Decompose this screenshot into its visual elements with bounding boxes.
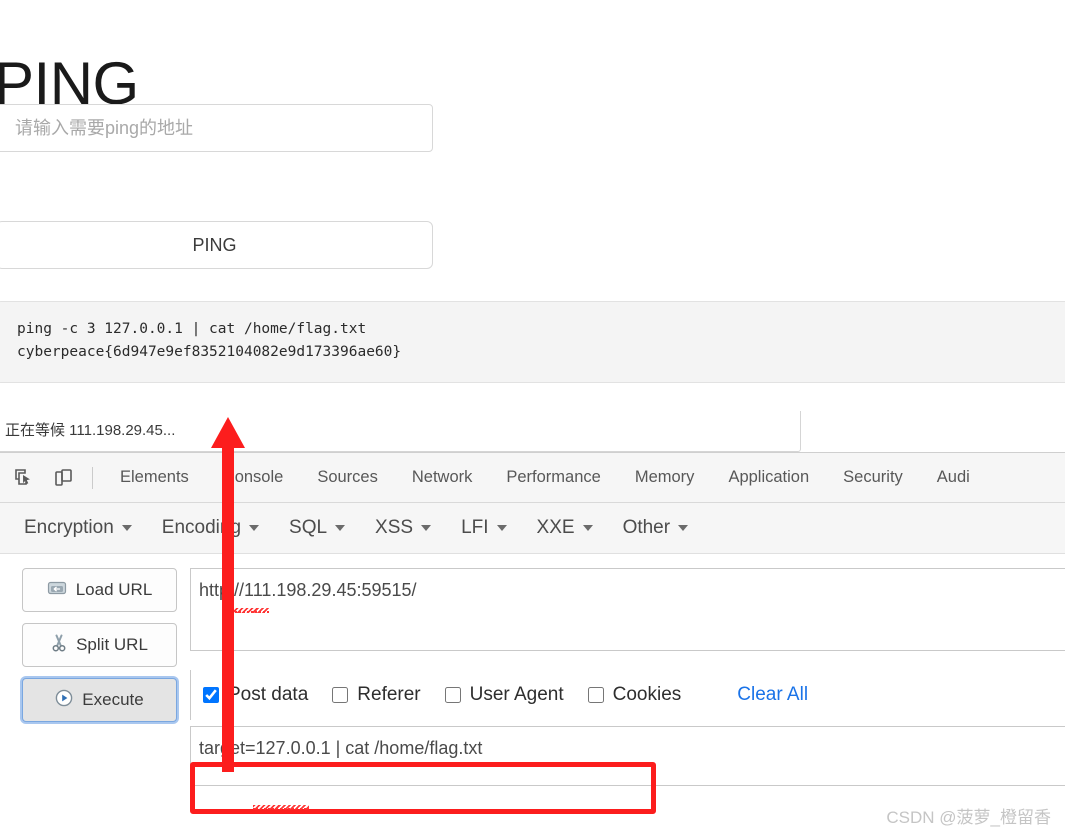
chevron-down-icon (421, 525, 432, 531)
hackbar-body: Load URL Split URL Execute http://111.19… (0, 554, 1065, 840)
tab-console[interactable]: Console (206, 454, 301, 501)
play-icon (55, 689, 73, 712)
url-spellcheck-squiggle (231, 608, 269, 613)
load-url-button[interactable]: Load URL (22, 568, 177, 612)
menu-encoding-label: Encoding (161, 517, 242, 538)
menu-other[interactable]: Other (623, 517, 689, 539)
devtools-panel: Elements Console Sources Network Perform… (0, 452, 1065, 840)
post-data-label: Post data (228, 684, 309, 705)
menu-sql-label: SQL (289, 517, 328, 538)
tab-audits[interactable]: Audi (920, 454, 987, 501)
post-data-input[interactable] (190, 726, 1065, 786)
option-user-agent[interactable]: User Agent (444, 684, 564, 706)
clear-all-link[interactable]: Clear All (737, 684, 808, 706)
load-url-label: Load URL (75, 580, 153, 599)
ping-address-input[interactable] (0, 104, 433, 152)
hackbar-panel: Encryption Encoding SQL XSS LFI XXE Othe… (0, 503, 1065, 840)
load-url-icon (47, 580, 67, 601)
post-data-checkbox[interactable] (203, 687, 219, 703)
url-input[interactable] (190, 568, 1065, 651)
hackbar-options-row: Post data Referer User Agent Cookies Cle… (190, 670, 1065, 720)
hackbar-menu-bar: Encryption Encoding SQL XSS LFI XXE Othe… (0, 503, 1065, 554)
execute-label: Execute (82, 690, 144, 709)
scissors-icon (51, 634, 67, 657)
cookies-checkbox[interactable] (587, 687, 604, 703)
menu-xxe-label: XXE (536, 517, 575, 538)
device-toolbar-icon[interactable] (46, 463, 80, 493)
menu-encryption-label: Encryption (24, 517, 114, 538)
option-post-data[interactable]: Post data (203, 684, 308, 706)
tab-performance[interactable]: Performance (489, 454, 617, 501)
menu-lfi[interactable]: LFI (461, 517, 507, 539)
browser-status-bar: 正在等候 111.198.29.45... (0, 411, 801, 452)
menu-xxe[interactable]: XXE (537, 517, 593, 539)
post-data-spellcheck-squiggle (253, 805, 309, 810)
user-agent-label: User Agent (469, 684, 564, 705)
menu-xss[interactable]: XSS (375, 517, 432, 539)
execute-button[interactable]: Execute (22, 678, 177, 722)
chevron-down-icon (121, 525, 132, 531)
option-cookies[interactable]: Cookies (587, 684, 682, 706)
tab-application[interactable]: Application (711, 454, 826, 501)
ping-submit-button[interactable]: PING (0, 221, 433, 269)
cookies-label: Cookies (612, 684, 682, 705)
tab-sources[interactable]: Sources (300, 454, 395, 501)
chevron-down-icon (678, 525, 689, 531)
chevron-down-icon (496, 525, 507, 531)
split-url-button[interactable]: Split URL (22, 623, 177, 667)
tab-memory[interactable]: Memory (618, 454, 712, 501)
referer-label: Referer (357, 684, 421, 705)
option-referer[interactable]: Referer (332, 684, 421, 706)
devtools-tab-bar: Elements Console Sources Network Perform… (0, 453, 1065, 503)
toolbar-divider (92, 466, 93, 489)
web-page-area: PING PING ping -c 3 127.0.0.1 | cat /hom… (0, 0, 1065, 410)
menu-other-label: Other (622, 517, 671, 538)
chevron-down-icon (582, 525, 593, 531)
tab-network[interactable]: Network (395, 454, 490, 501)
referer-checkbox[interactable] (332, 687, 349, 703)
chevron-down-icon (335, 525, 346, 531)
user-agent-checkbox[interactable] (444, 687, 461, 703)
tab-elements[interactable]: Elements (103, 454, 206, 501)
chevron-down-icon (249, 525, 260, 531)
menu-encryption[interactable]: Encryption (24, 517, 132, 539)
csdn-watermark: CSDN @菠萝_橙留香 (886, 808, 1051, 827)
split-url-label: Split URL (76, 635, 148, 654)
tab-security[interactable]: Security (826, 454, 920, 501)
ping-command-output: ping -c 3 127.0.0.1 | cat /home/flag.txt… (0, 301, 1065, 383)
menu-xss-label: XSS (375, 517, 414, 538)
menu-encoding[interactable]: Encoding (161, 517, 260, 539)
hackbar-field-column: Post data Referer User Agent Cookies C (190, 554, 1065, 840)
inspect-element-icon[interactable] (6, 463, 40, 493)
menu-lfi-label: LFI (461, 517, 489, 538)
menu-sql[interactable]: SQL (289, 517, 346, 539)
hackbar-button-column: Load URL Split URL Execute (0, 554, 190, 840)
